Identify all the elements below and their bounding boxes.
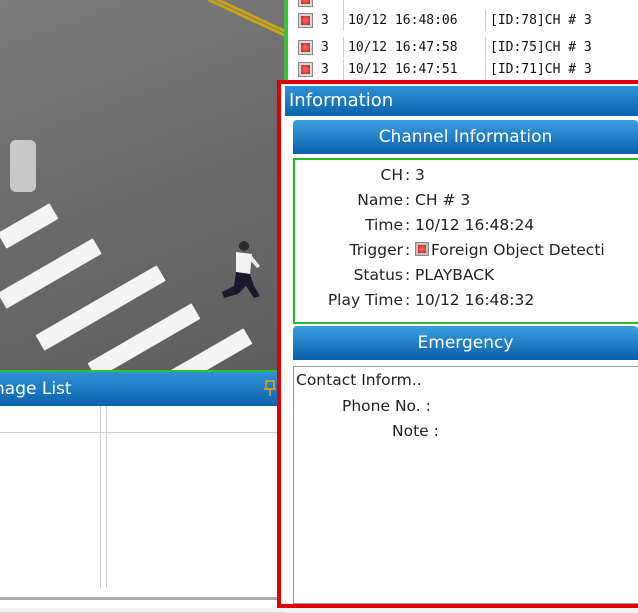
field-value: Foreign Object Detecti <box>431 241 605 259</box>
field-trigger: Trigger : Foreign Object Detecti <box>349 241 605 259</box>
alarm-icon <box>298 40 313 55</box>
event-time: 10/12 16:48:06 <box>348 13 458 28</box>
alarm-icon <box>415 242 429 256</box>
contact-information-label: Contact Inform.. <box>296 371 422 389</box>
video-playback-view[interactable] <box>0 0 284 372</box>
image-list-title: nage List <box>0 379 72 399</box>
road-marking <box>207 0 284 44</box>
status-divider <box>0 597 277 600</box>
event-channel: 3 <box>321 40 329 55</box>
event-time: 10/12 16:47:58 <box>348 40 458 55</box>
field-name: Name : CH # 3 <box>357 191 471 209</box>
crosswalk-stripe <box>0 238 102 309</box>
image-list-header: nage List <box>0 372 284 406</box>
pin-icon[interactable] <box>264 380 276 396</box>
grid-line <box>0 432 284 433</box>
event-channel: 3 <box>321 13 329 28</box>
field-value: 10/12 16:48:32 <box>415 291 535 309</box>
information-title: Information <box>285 86 638 116</box>
channel-information-box: CH : 3 Name : CH # 3 Time : 10/12 16:48:… <box>293 158 638 324</box>
field-value: CH # 3 <box>415 191 471 209</box>
event-time: 10/12 16:47:51 <box>348 62 458 77</box>
image-list-panel: nage List <box>0 372 284 613</box>
emergency-box: Contact Inform.. Phone No. : Note : <box>293 366 638 604</box>
field-label: Play Time <box>327 291 403 309</box>
vehicle-shape <box>10 140 36 192</box>
event-row[interactable]: 3 10/12 16:48:06 [ID:78]CH # 3 <box>288 10 592 31</box>
field-label: Status <box>353 266 403 284</box>
field-value: 10/12 16:48:24 <box>415 216 535 234</box>
alarm-icon <box>298 62 313 77</box>
phone-number-label: Phone No. : <box>342 397 431 415</box>
event-row[interactable]: 3 10/12 16:47:51 [ID:71]CH # 3 <box>288 59 592 80</box>
event-list[interactable]: 3 10/12 16:48:06 [ID:78]CH # 3 3 10/12 1… <box>284 0 638 80</box>
event-description: [ID:78]CH # 3 <box>490 13 592 28</box>
field-time: Time : 10/12 16:48:24 <box>365 216 535 234</box>
image-list-grid[interactable] <box>0 406 284 613</box>
field-play-time: Play Time : 10/12 16:48:32 <box>327 291 535 309</box>
field-label: Trigger <box>349 241 403 259</box>
crosswalk-stripe <box>0 203 59 249</box>
channel-information-header[interactable]: Channel Information <box>293 120 638 154</box>
event-row[interactable]: 3 10/12 16:47:58 [ID:75]CH # 3 <box>288 37 592 58</box>
event-channel: 3 <box>321 62 329 77</box>
field-value: 3 <box>415 166 425 184</box>
event-row[interactable] <box>288 0 344 10</box>
alarm-icon <box>298 0 313 7</box>
field-value: PLAYBACK <box>415 266 495 284</box>
field-ch: CH : 3 <box>380 166 425 184</box>
field-label: CH <box>380 166 403 184</box>
road-marking <box>199 0 284 40</box>
grid-line <box>100 406 101 588</box>
event-description: [ID:71]CH # 3 <box>490 62 592 77</box>
pedestrian-figure <box>222 241 260 298</box>
field-label: Time <box>365 216 403 234</box>
field-status: Status : PLAYBACK <box>353 266 495 284</box>
emergency-header[interactable]: Emergency <box>293 326 638 360</box>
event-description: [ID:75]CH # 3 <box>490 40 592 55</box>
field-label: Name <box>357 191 403 209</box>
alarm-icon <box>298 13 313 28</box>
crosswalk-stripe <box>165 328 253 372</box>
information-panel: Information Channel Information CH : 3 N… <box>277 80 638 608</box>
note-label: Note : <box>392 422 439 440</box>
grid-line <box>106 406 107 588</box>
